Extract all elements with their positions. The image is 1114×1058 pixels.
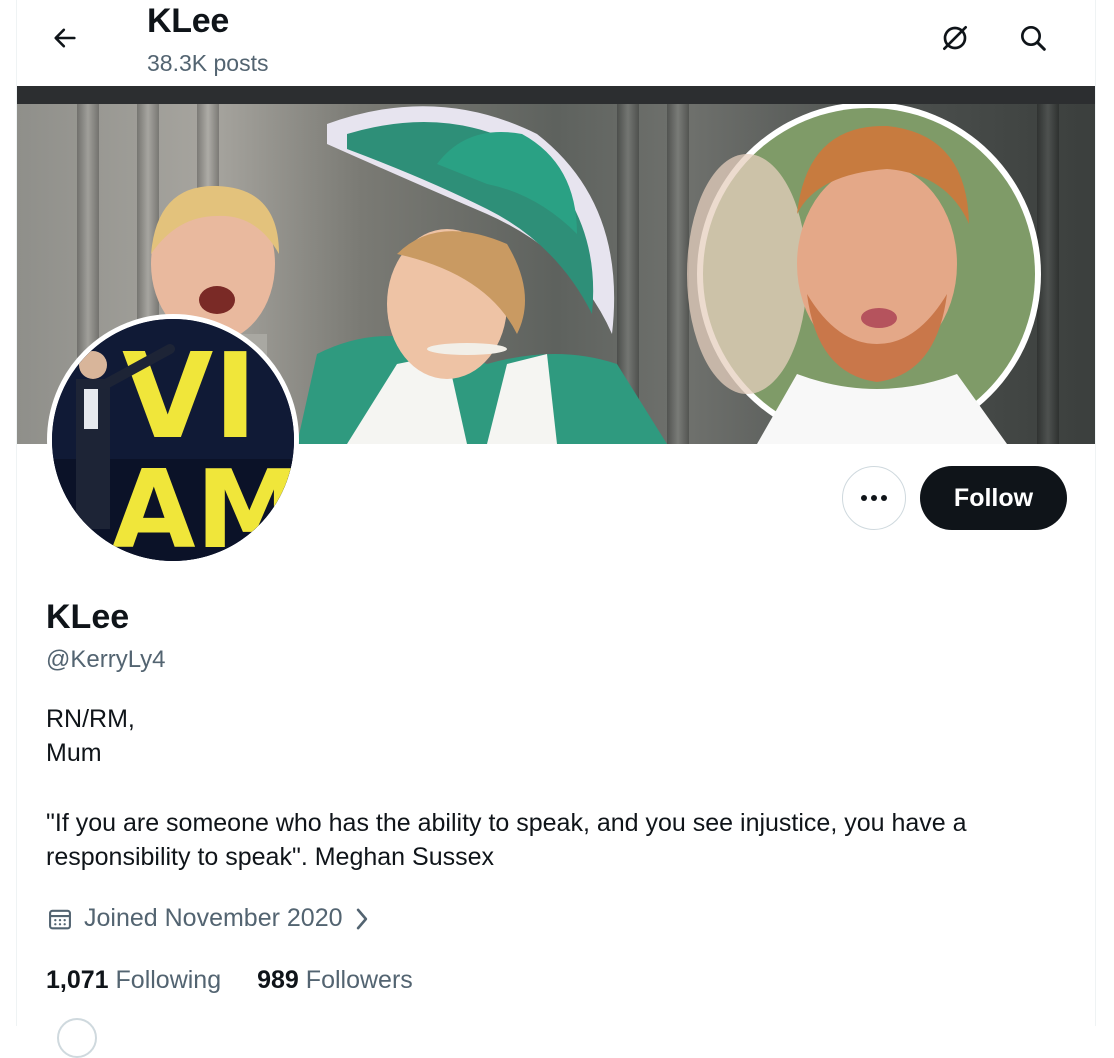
avatar-text-bottom: AM: [112, 448, 299, 566]
bio-line: RN/RM,: [46, 705, 135, 733]
bio-line: "If you are someone who has the ability …: [46, 809, 967, 837]
circle-slash-icon: [943, 26, 967, 50]
banner-top-strip: [17, 86, 1095, 104]
avatar-image: VI AM: [52, 319, 299, 566]
calendar-icon: [46, 905, 74, 933]
following-link[interactable]: 1,071 Following: [46, 966, 221, 995]
arrow-left-icon: [54, 28, 76, 48]
bio: RN/RM, Mum "If you are someone who has t…: [46, 702, 1076, 874]
following-label: Following: [115, 966, 222, 994]
top-bar: KLee 38.3K posts: [17, 0, 1095, 86]
more-dots-icon: [861, 495, 887, 501]
profile-avatar[interactable]: VI AM: [47, 314, 299, 566]
header-posts-count: 38.3K posts: [147, 50, 269, 76]
search-button[interactable]: [1013, 18, 1053, 58]
follow-stats: 1,071 Following 989 Followers: [46, 966, 449, 995]
following-count: 1,071: [46, 966, 109, 994]
unfollow-mute-button[interactable]: [935, 18, 975, 58]
user-handle: @KerryLy4: [46, 646, 166, 673]
joined-date[interactable]: Joined November 2020: [46, 904, 371, 933]
bio-line: responsibility to speak". Meghan Sussex: [46, 843, 494, 871]
followers-count: 989: [257, 966, 299, 994]
joined-label: Joined November 2020: [84, 904, 343, 932]
avatar-text-top: VI: [122, 327, 257, 465]
bio-blank-line: [46, 770, 1076, 806]
bio-line: Mum: [46, 739, 102, 767]
profile-page: KLee 38.3K posts VI AM Follow KLee @Kerr…: [16, 0, 1096, 1058]
follow-button[interactable]: Follow: [920, 466, 1067, 530]
chevron-right-icon: [353, 906, 371, 932]
display-name: KLee: [46, 598, 130, 636]
more-options-button[interactable]: [842, 466, 906, 530]
search-icon: [1021, 26, 1046, 51]
followers-link[interactable]: 989 Followers: [257, 966, 413, 995]
header-title: KLee: [147, 2, 229, 40]
followers-label: Followers: [305, 966, 413, 994]
back-button[interactable]: [45, 18, 85, 58]
followed-by-avatar: [57, 1018, 97, 1058]
